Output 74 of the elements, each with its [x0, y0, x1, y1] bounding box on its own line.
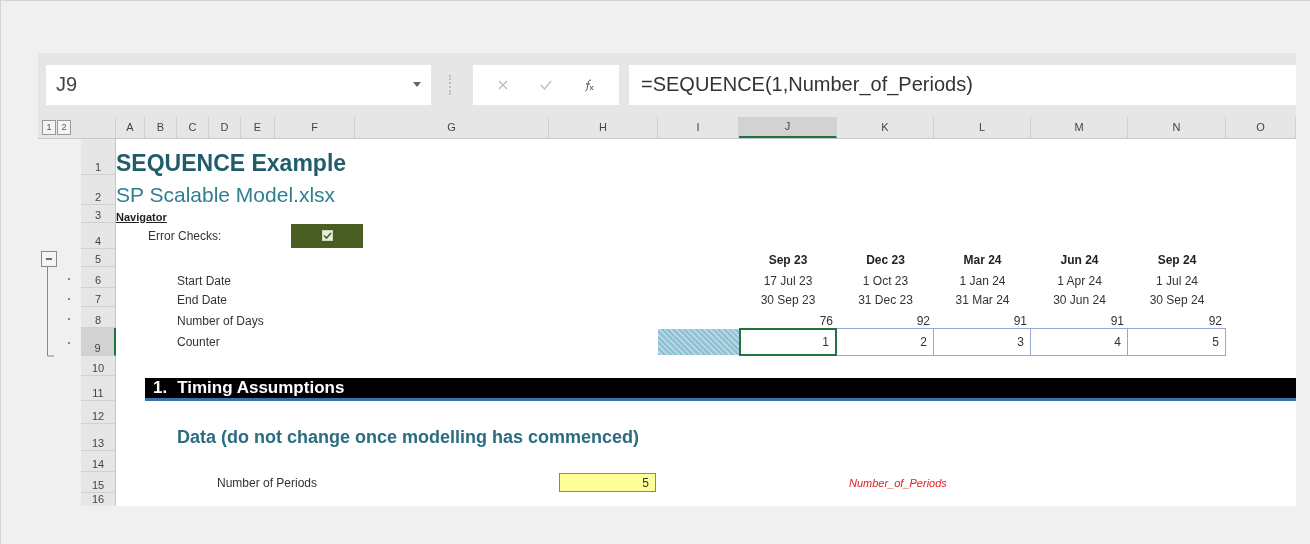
column-header[interactable]: B [145, 116, 177, 139]
table-cell: 1 Jan 24 [959, 274, 1006, 289]
table-cell: 30 Sep 24 [1149, 293, 1205, 308]
table-cell: 1 Jul 24 [1156, 274, 1198, 289]
row-header[interactable]: 1 [81, 139, 116, 176]
error-checks-label: Error Checks: [147, 228, 222, 243]
table-cell: 17 Jul 23 [763, 274, 813, 289]
subheading: Data (do not change once modelling has commenced) [177, 427, 640, 449]
row-label: Start Date [177, 274, 232, 289]
counter-cell[interactable]: 4 [1031, 328, 1128, 356]
input-field[interactable]: 5 [559, 473, 656, 492]
row-header[interactable]: 11 [81, 375, 116, 401]
table-cell-text: 92 [1208, 314, 1223, 328]
table-cell: 30 Jun 24 [1053, 293, 1106, 308]
counter-cell[interactable]: 3 [934, 328, 1031, 356]
formula-field[interactable]: =SEQUENCE(1,Number_of_Periods) [629, 64, 1296, 105]
column-header[interactable]: N [1128, 116, 1226, 139]
collapse-button[interactable] [41, 250, 57, 267]
row-header[interactable]: 14 [81, 451, 116, 473]
dropdown-icon[interactable] [413, 82, 421, 88]
table-cell: 31 Mar 24 [955, 293, 1010, 308]
outline-level-button[interactable]: 1 [42, 119, 56, 135]
section-title: Timing Assumptions [177, 377, 345, 398]
error-checks-button[interactable] [291, 223, 363, 248]
period-heading: Dec 23 [866, 253, 905, 268]
table-cell: 31 Dec 23 [858, 293, 913, 308]
counter-cell[interactable]: 1 [739, 328, 837, 356]
column-header[interactable]: M [1031, 116, 1128, 139]
table-cell-text: 76 [819, 314, 834, 328]
row-header[interactable]: 4 [81, 222, 116, 249]
column-header[interactable]: E [241, 116, 275, 139]
period-heading: Mar 24 [963, 253, 1002, 268]
row-header[interactable]: 8 [81, 307, 116, 328]
column-header[interactable]: A [116, 116, 145, 139]
sheet-title: SEQUENCE Example [116, 152, 347, 176]
column-header[interactable]: O [1226, 116, 1296, 139]
row-label: Number of Days [177, 314, 264, 328]
row-header[interactable]: 9 [81, 328, 116, 356]
row-label: End Date [177, 293, 228, 308]
column-header[interactable]: L [934, 116, 1031, 139]
row-header[interactable]: 12 [81, 400, 116, 425]
column-header[interactable]: H [549, 116, 658, 139]
table-cell: 1 Apr 24 [1057, 274, 1102, 289]
outline-level-button[interactable]: 2 [57, 119, 71, 135]
column-header[interactable]: K [837, 116, 934, 139]
column-header[interactable]: D [209, 116, 241, 139]
row-header[interactable]: 2 [81, 175, 116, 205]
section-number: 1. [153, 377, 168, 398]
period-heading: Sep 24 [1157, 253, 1197, 268]
navigator-link[interactable]: Navigator [116, 210, 167, 223]
name-box[interactable]: J9 [46, 64, 431, 105]
checkbox-icon [321, 230, 333, 242]
row-header[interactable]: 13 [81, 424, 116, 452]
column-header[interactable]: C [177, 116, 209, 139]
table-cell: 1 Oct 23 [862, 274, 909, 289]
row-header[interactable]: 15 [81, 472, 116, 493]
column-header[interactable]: G [355, 116, 549, 139]
period-heading: Jun 24 [1060, 253, 1099, 268]
counter-cell[interactable]: 5 [1128, 328, 1226, 356]
table-cell-text: 92 [916, 314, 931, 328]
input-label: Number of Periods [216, 475, 318, 490]
table-cell-text: 91 [1013, 314, 1028, 328]
column-header[interactable]: F [275, 116, 355, 139]
period-heading: Sep 23 [768, 253, 808, 268]
column-header[interactable]: J [739, 116, 837, 139]
counter-cell[interactable]: 2 [837, 328, 934, 356]
row-header[interactable]: 6 [81, 267, 116, 289]
row-header[interactable]: 7 [81, 288, 116, 308]
range-name: Number_of_Periods [848, 476, 947, 489]
sheet-subtitle: SP Scalable Model.xlsx [116, 183, 336, 205]
table-cell: 30 Sep 23 [760, 293, 816, 308]
table-cell-text: 91 [1110, 314, 1125, 328]
row-label: Counter [177, 334, 220, 349]
row-header[interactable]: 10 [81, 355, 116, 376]
